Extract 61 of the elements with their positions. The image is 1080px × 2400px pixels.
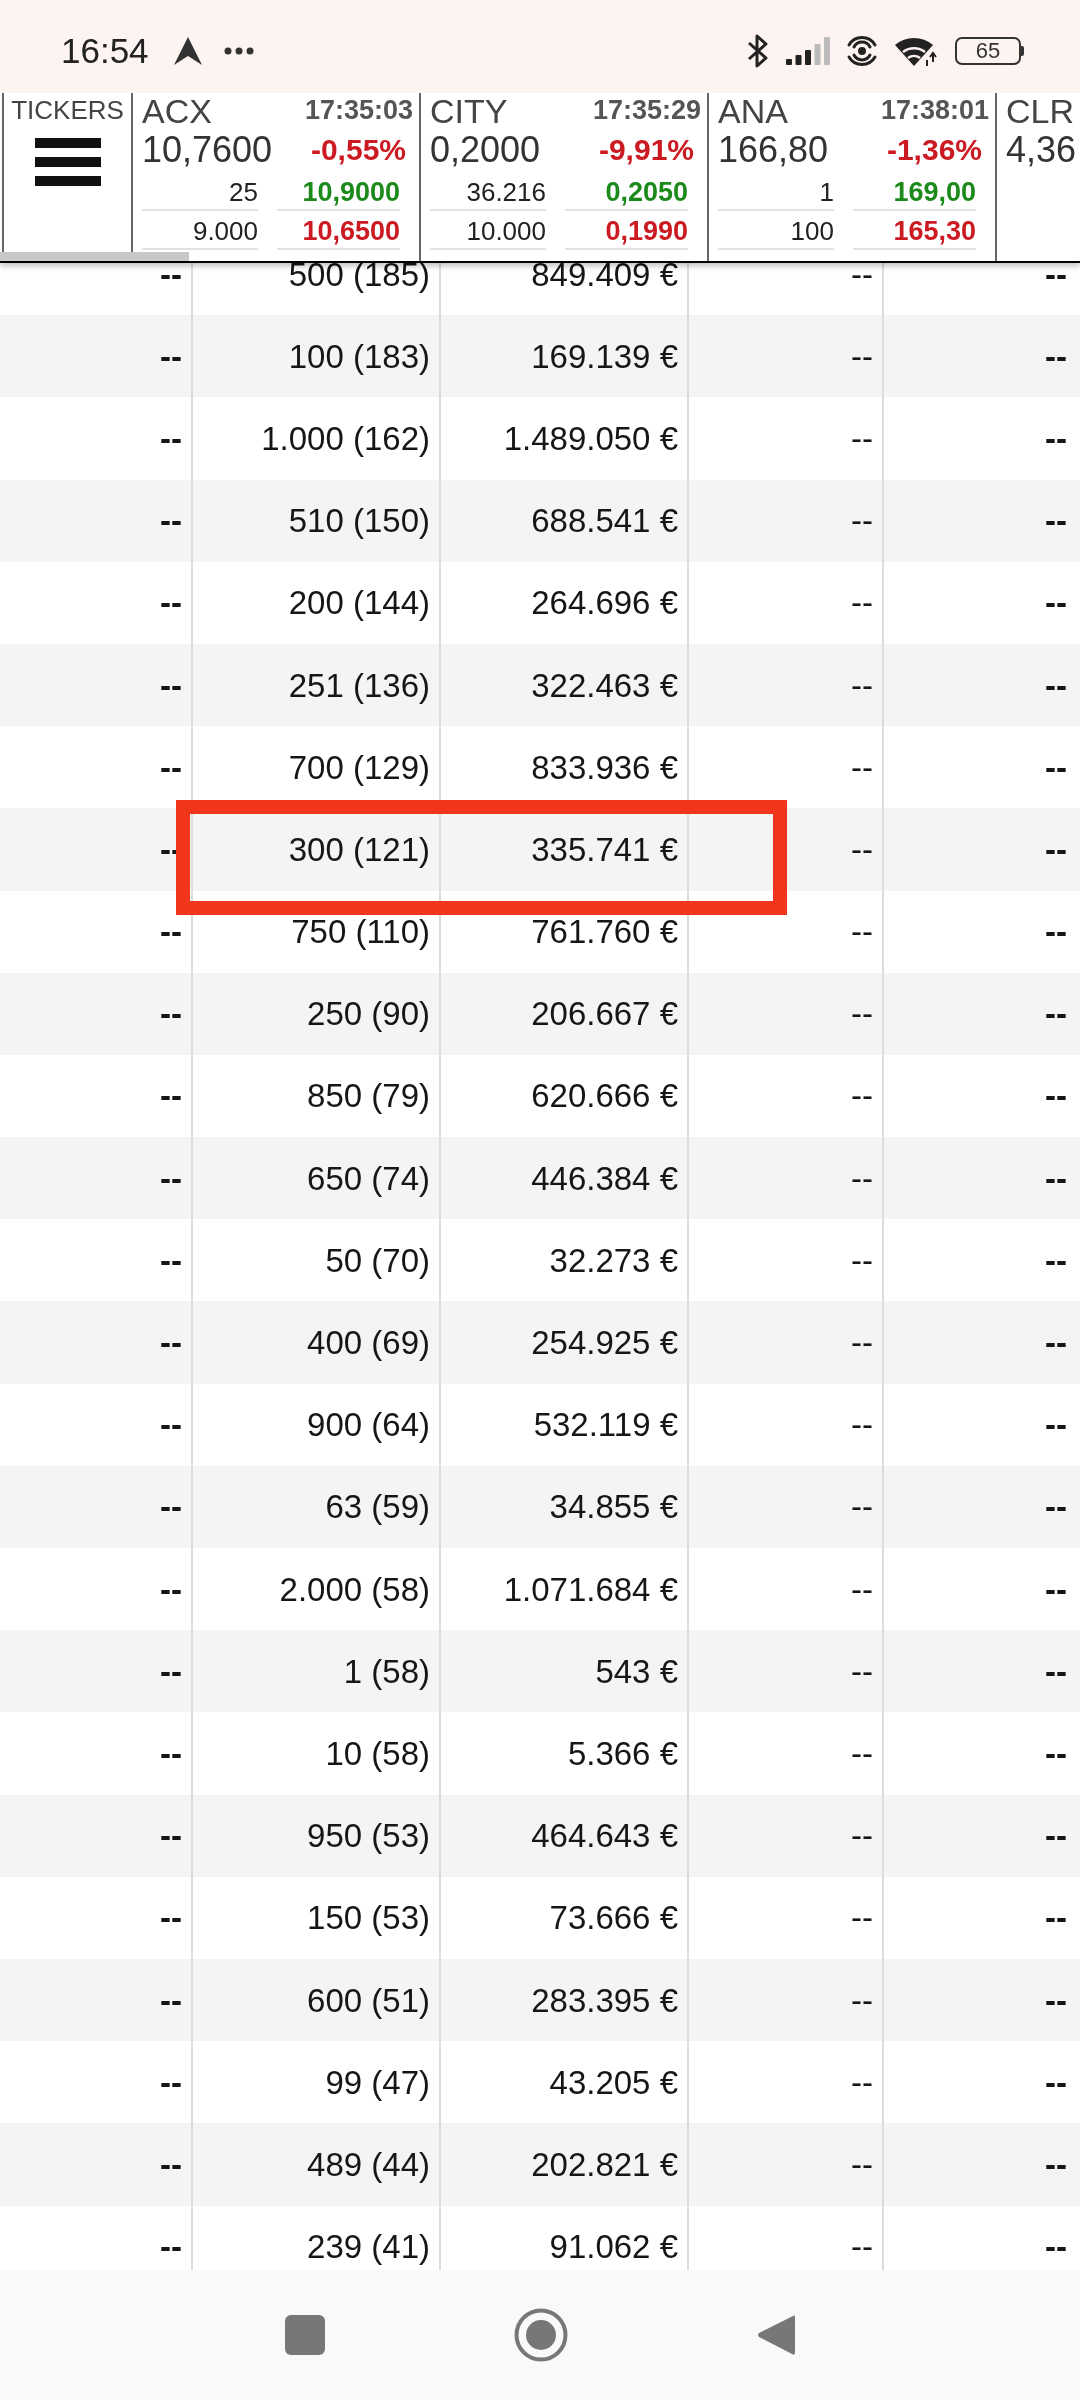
- quote-price: 10,6500: [277, 214, 400, 250]
- tickers-label: TICKERS: [11, 97, 124, 123]
- home-icon[interactable]: [514, 2308, 568, 2362]
- back-icon[interactable]: [757, 2313, 795, 2357]
- quote-quantity: 9.000: [142, 214, 258, 250]
- ticker-price: 166,80: [718, 132, 829, 168]
- table-cell-text: --: [1044, 2144, 1068, 2185]
- quote-price: 0,1990: [565, 214, 688, 250]
- ticker-change: -9,91%: [598, 135, 694, 165]
- signal-bars-icon: [786, 36, 830, 65]
- menu-icon[interactable]: [34, 138, 101, 186]
- table-cell-text: --: [1044, 418, 1068, 459]
- quote-quantity: 10.000: [430, 214, 546, 250]
- quote-price: 10,9000: [277, 175, 400, 211]
- ticker-change: -1,36%: [886, 135, 982, 165]
- ticker-symbol: CLR: [1006, 93, 1075, 128]
- table-cell-text: --: [1044, 583, 1068, 624]
- status-time: 16:54: [61, 33, 149, 68]
- table-cell-text: --: [1044, 747, 1068, 788]
- table-cell-text: --: [1044, 1569, 1068, 1610]
- table-cell-text: --: [1044, 1405, 1068, 1446]
- ticker-price: 4,36: [1006, 132, 1077, 168]
- table-cell-text: --: [1044, 912, 1068, 953]
- hotspot-icon: [846, 34, 878, 67]
- table-cell-text: --: [1044, 1816, 1068, 1857]
- bluetooth-icon: [746, 33, 770, 68]
- ticker-time: 17:38:01: [880, 97, 989, 124]
- navigation-arrow-icon: [172, 35, 203, 66]
- ticker-change: -0,55%: [310, 135, 406, 165]
- table-cell-text: --: [1044, 1076, 1068, 1117]
- table-cell-text: --: [1044, 1733, 1068, 1774]
- quote-price: 0,2050: [565, 175, 688, 211]
- table-cell-text: --: [1044, 1158, 1068, 1199]
- quote-quantity: 1: [718, 175, 834, 211]
- ticker-price: 10,7600: [142, 132, 273, 168]
- table-cell-text: --: [1044, 665, 1068, 706]
- table-cell-text: --: [1044, 1898, 1068, 1939]
- quote-quantity: 100: [718, 214, 834, 250]
- table-cell-text: --: [1044, 829, 1068, 870]
- quote-quantity: 36.216: [430, 175, 546, 211]
- quote-price: 169,00: [853, 175, 976, 211]
- quote-quantity: 25: [142, 175, 258, 211]
- ticker-time: 17:35:29: [592, 97, 701, 124]
- ticker-price: 0,2000: [430, 132, 541, 168]
- table-cell-text: --: [1044, 2227, 1068, 2268]
- table-cell-text: --: [1044, 1651, 1068, 1692]
- ticker-time: 17:35:03: [304, 97, 413, 124]
- table-cell-text: --: [1044, 1240, 1068, 1281]
- table-cell-text: --: [1044, 2062, 1068, 2103]
- table-cell-text: --: [1044, 1487, 1068, 1528]
- quote-price: 165,30: [853, 214, 976, 250]
- more-dots-icon: [223, 46, 254, 55]
- table-cell-text: --: [1044, 501, 1068, 542]
- ticker-symbol: ACX: [142, 93, 212, 128]
- table-cell-text: --: [1044, 1980, 1068, 2021]
- battery-indicator: 65: [955, 36, 1024, 65]
- ticker-symbol: CITY: [430, 93, 508, 128]
- table-cell-text: --: [1044, 336, 1068, 377]
- table-cell-text: --: [1044, 1323, 1068, 1364]
- table-cell-text: --: [1044, 994, 1068, 1035]
- ticker-symbol: ANA: [718, 93, 788, 128]
